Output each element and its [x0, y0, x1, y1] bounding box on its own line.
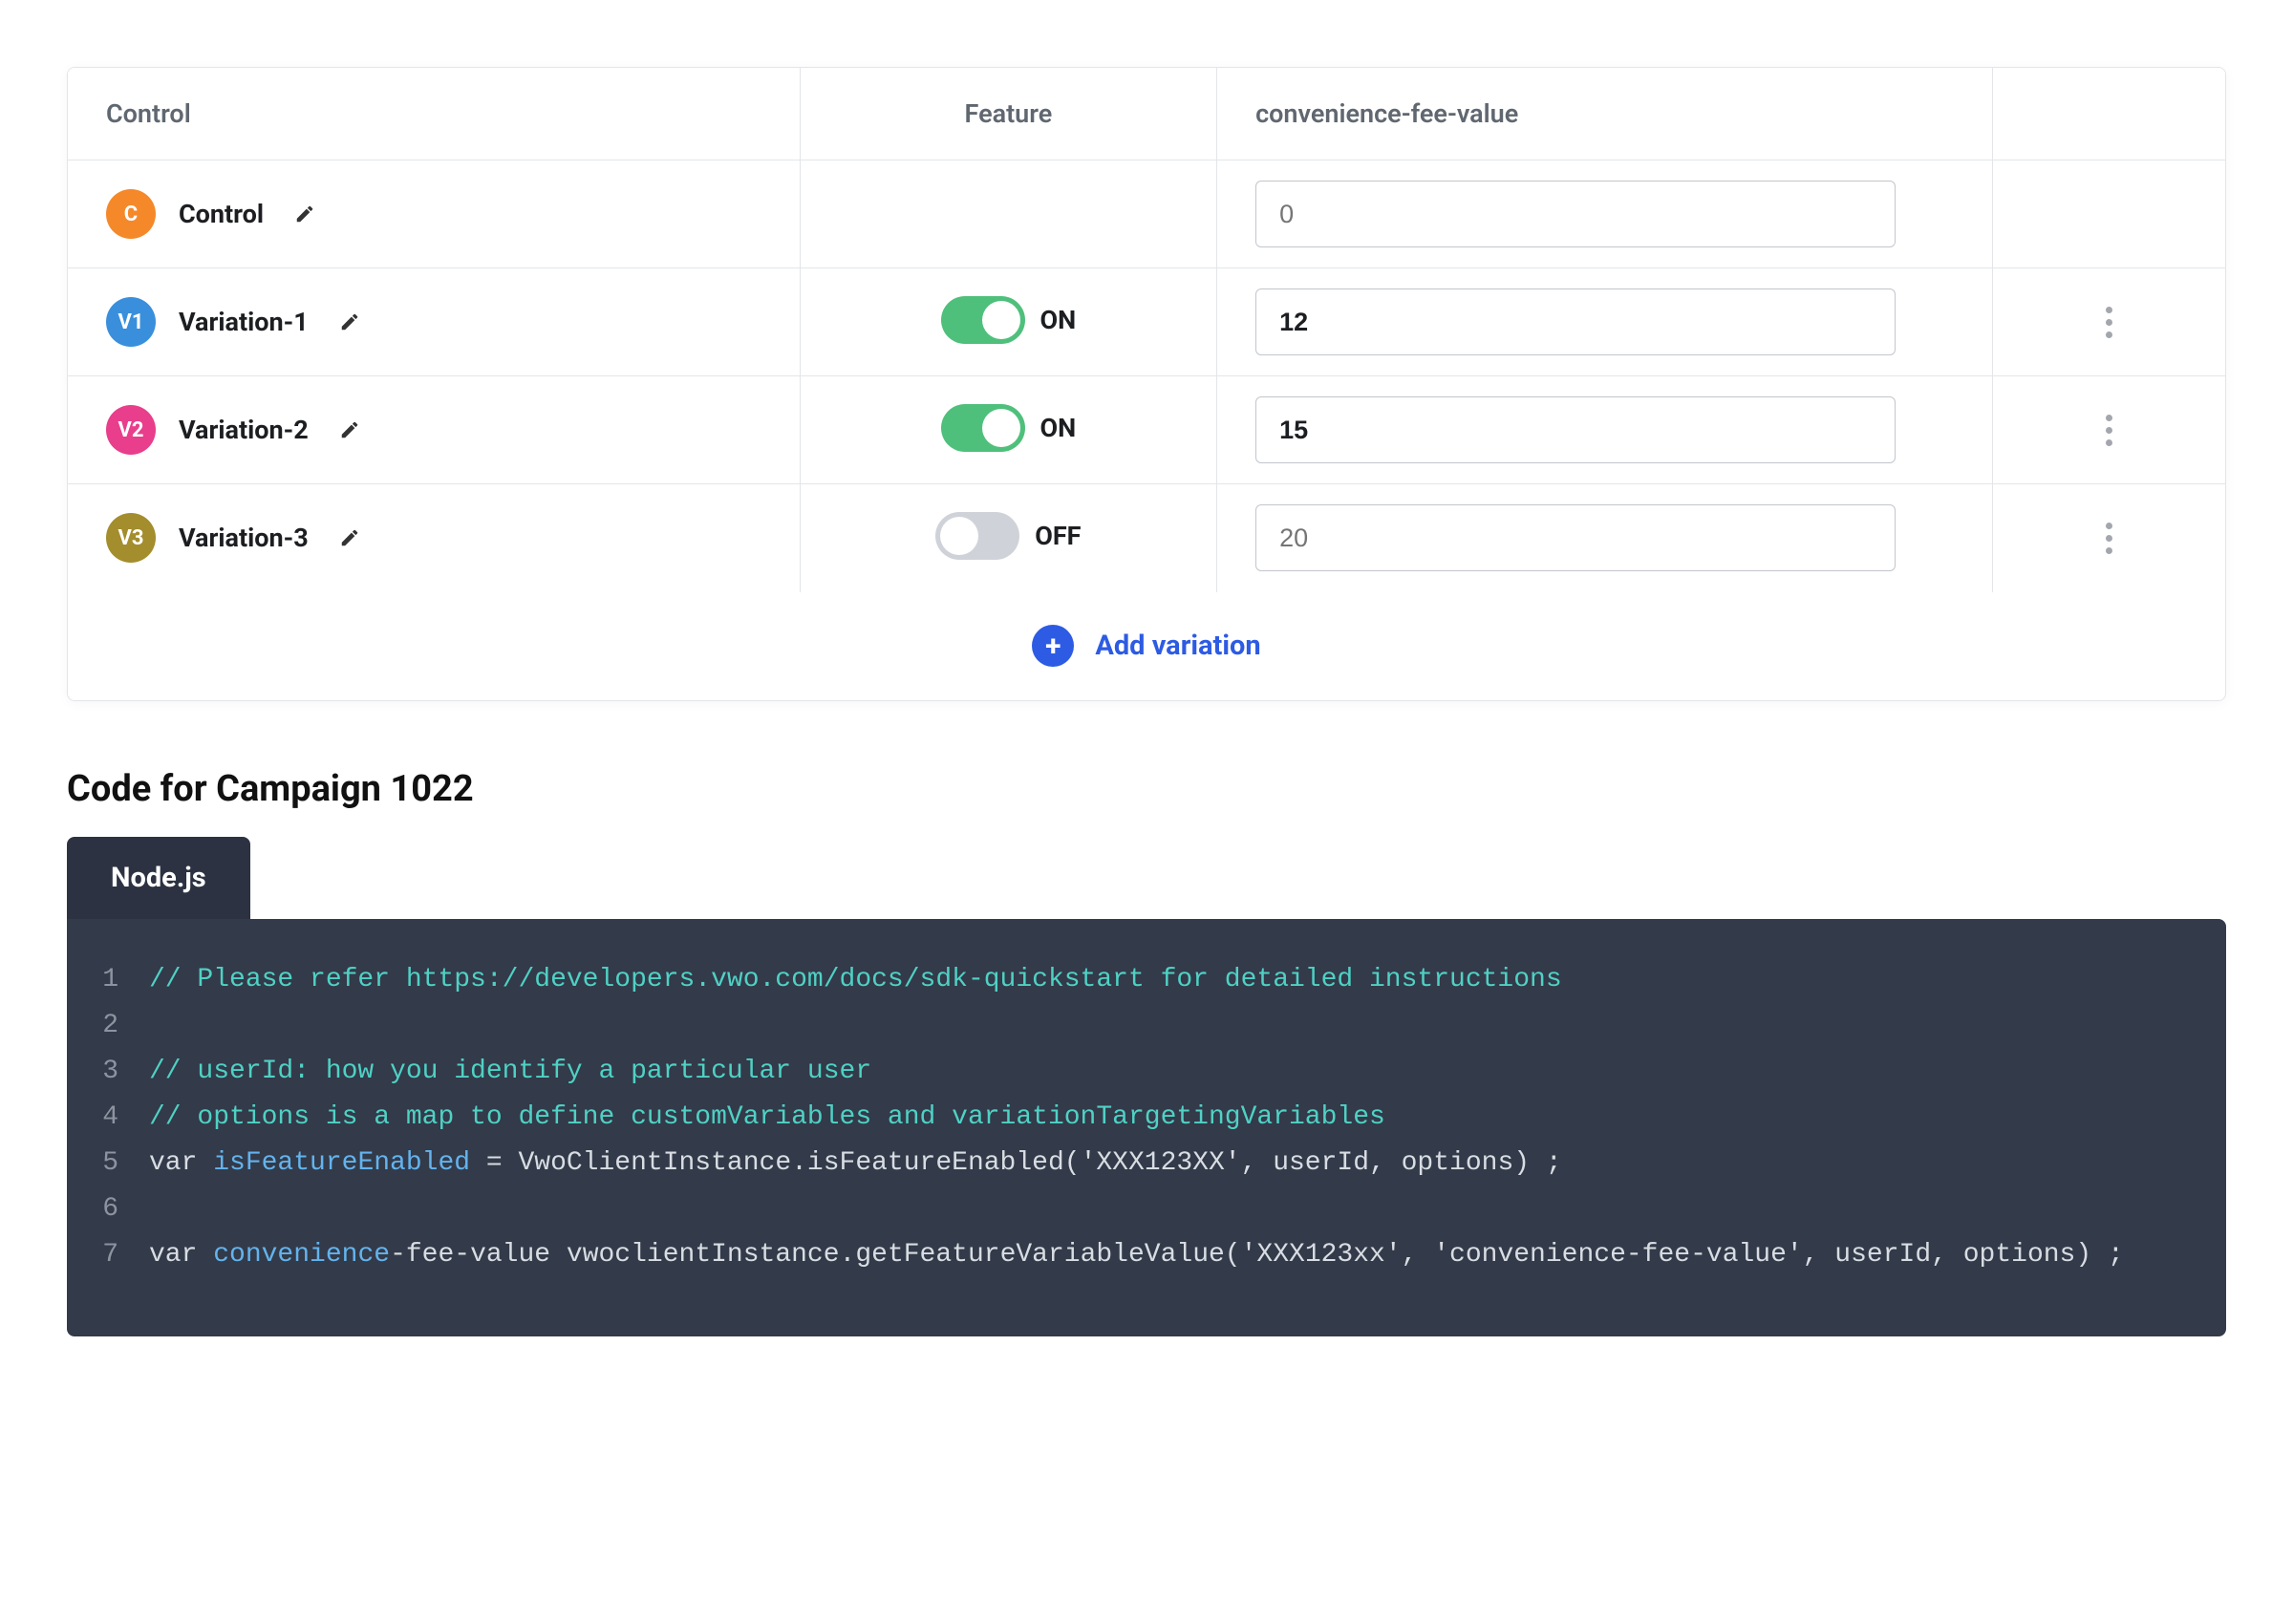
code-content: [149, 1003, 165, 1049]
kebab-menu-icon[interactable]: [2096, 297, 2122, 348]
code-content: // options is a map to define customVari…: [149, 1095, 1385, 1141]
add-variation-label: Add variation: [1095, 630, 1260, 662]
code-content: // userId: how you identify a particular…: [149, 1049, 871, 1095]
th-control: Control: [68, 68, 800, 160]
line-number: 6: [94, 1186, 149, 1232]
th-fee: convenience-fee-value: [1217, 68, 1993, 160]
variation-badge: V2: [106, 405, 156, 455]
code-line: 6: [94, 1186, 2178, 1232]
kebab-menu-icon[interactable]: [2096, 405, 2122, 456]
toggle-label: ON: [1040, 305, 1077, 335]
table-row: C Control: [68, 160, 2225, 268]
code-section-title: Code for Campaign 1022: [67, 768, 2226, 810]
variation-name: Variation-1: [179, 307, 309, 337]
code-line: 2: [94, 1003, 2178, 1049]
code-line: 1// Please refer https://developers.vwo.…: [94, 957, 2178, 1003]
variations-table: Control Feature convenience-fee-value CC…: [67, 67, 2226, 701]
feature-toggle[interactable]: [935, 512, 1019, 560]
line-number: 4: [94, 1095, 149, 1141]
kebab-menu-icon[interactable]: [2096, 513, 2122, 564]
code-line: 3// userId: how you identify a particula…: [94, 1049, 2178, 1095]
code-content: // Please refer https://developers.vwo.c…: [149, 957, 1562, 1003]
variation-name: Variation-3: [179, 523, 309, 553]
th-feature: Feature: [800, 68, 1216, 160]
line-number: 2: [94, 1003, 149, 1049]
pencil-icon[interactable]: [294, 203, 315, 224]
code-line: 5var isFeatureEnabled = VwoClientInstanc…: [94, 1141, 2178, 1186]
fee-value-input[interactable]: [1255, 288, 1896, 355]
line-number: 3: [94, 1049, 149, 1095]
line-number: 5: [94, 1141, 149, 1186]
code-content: [149, 1186, 165, 1232]
tab-nodejs[interactable]: Node.js: [67, 837, 250, 919]
fee-value-input[interactable]: [1255, 396, 1896, 463]
fee-value-input: [1255, 181, 1896, 247]
pencil-icon[interactable]: [339, 527, 360, 548]
feature-toggle[interactable]: [941, 296, 1025, 344]
feature-toggle[interactable]: [941, 404, 1025, 452]
code-line: 4// options is a map to define customVar…: [94, 1095, 2178, 1141]
toggle-label: OFF: [1035, 521, 1081, 551]
table-row: V2 Variation-2 ON: [68, 376, 2225, 484]
th-actions: [1992, 68, 2225, 160]
pencil-icon[interactable]: [339, 311, 360, 332]
plus-icon: +: [1032, 625, 1074, 667]
code-line: 7var convenience-fee-value vwoclientInst…: [94, 1232, 2178, 1278]
table-row: V3 Variation-3 OFF: [68, 484, 2225, 592]
line-number: 7: [94, 1232, 149, 1278]
line-number: 1: [94, 957, 149, 1003]
table-row: V1 Variation-1 ON: [68, 268, 2225, 376]
variation-badge: V1: [106, 297, 156, 347]
fee-value-input: [1255, 504, 1896, 571]
code-block: 1// Please refer https://developers.vwo.…: [67, 919, 2226, 1336]
add-variation-button[interactable]: + Add variation: [1032, 625, 1260, 667]
code-content: var isFeatureEnabled = VwoClientInstance…: [149, 1141, 1562, 1186]
variation-name: Variation-2: [179, 415, 309, 445]
toggle-label: ON: [1040, 413, 1077, 443]
variation-name: Control: [179, 199, 264, 229]
pencil-icon[interactable]: [339, 419, 360, 440]
code-content: var convenience-fee-value vwoclientInsta…: [149, 1232, 2124, 1278]
variation-badge: C: [106, 189, 156, 239]
variation-badge: V3: [106, 513, 156, 563]
